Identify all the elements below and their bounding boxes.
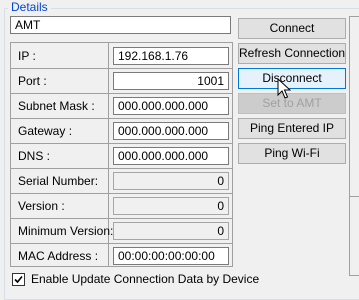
- ip-field[interactable]: 192.168.1.76: [113, 47, 229, 65]
- minimum-version-field: 0: [113, 222, 229, 240]
- enable-update-label[interactable]: Enable Update Connection Data by Device: [31, 272, 259, 287]
- ping-wifi-button[interactable]: Ping Wi-Fi: [238, 143, 346, 164]
- refresh-connection-button[interactable]: Refresh Connection: [238, 43, 346, 64]
- subnet-mask-field[interactable]: 000.000.000.000: [113, 97, 229, 115]
- port-field[interactable]: 1001: [113, 72, 229, 90]
- gateway-label: Gateway :: [18, 124, 73, 138]
- details-group-title: Details: [8, 0, 51, 14]
- serial-number-field: 0: [113, 172, 229, 190]
- port-label: Port :: [18, 74, 47, 88]
- minimum-version-label: Minimum Version:: [18, 224, 114, 238]
- set-to-amt-button: Set to AMT: [238, 93, 346, 114]
- serial-number-label: Serial Number:: [18, 174, 99, 188]
- enable-update-checkbox[interactable]: [12, 273, 25, 286]
- mac-address-label: MAC Address :: [18, 249, 99, 263]
- disconnect-button[interactable]: Disconnect: [238, 68, 346, 89]
- subnet-mask-label: Subnet Mask :: [18, 99, 95, 113]
- gateway-field[interactable]: 000.000.000.000: [113, 122, 229, 140]
- dns-field[interactable]: 000.000.000.000: [113, 147, 229, 165]
- mouse-cursor-icon: [277, 78, 291, 99]
- ping-entered-ip-button[interactable]: Ping Entered IP: [238, 118, 346, 139]
- version-field: 0: [113, 197, 229, 215]
- checkmark-icon: [14, 275, 23, 284]
- connect-button[interactable]: Connect: [238, 18, 346, 39]
- side-panel-divider: [349, 196, 359, 276]
- device-name-field[interactable]: AMT: [10, 16, 231, 34]
- dns-label: DNS :: [18, 149, 51, 163]
- version-label: Version :: [18, 199, 65, 213]
- ip-label: IP :: [18, 49, 36, 63]
- connection-fields-panel: IP : 192.168.1.76 Port : 1001 Subnet Mas…: [10, 42, 233, 267]
- mac-address-field[interactable]: 00:00:00:00:00:00: [113, 247, 229, 265]
